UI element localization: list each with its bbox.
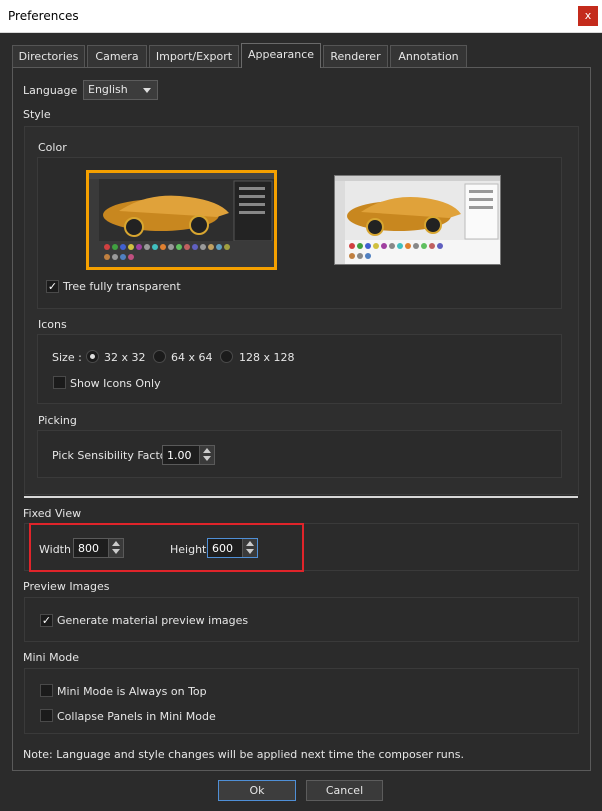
tree-transparent-checkbox[interactable]: ✓ — [46, 280, 59, 293]
title-bar: Preferences x — [0, 0, 602, 33]
section-divider — [24, 496, 578, 498]
ok-button[interactable]: Ok — [218, 780, 296, 801]
light-theme-preview-image — [335, 176, 500, 264]
chevron-down-icon — [143, 88, 151, 93]
pick-sensibility-spinbox[interactable]: 1.00 — [162, 445, 215, 465]
picking-heading: Picking — [38, 414, 77, 427]
pick-sensibility-label: Pick Sensibility Factor — [52, 449, 172, 462]
dark-theme-preview-image — [89, 173, 274, 267]
icon-size-radio-128[interactable] — [220, 350, 233, 363]
icon-size-option-64: 64 x 64 — [171, 351, 213, 364]
tab-import-export[interactable]: Import/Export — [149, 45, 239, 67]
generate-preview-checkbox[interactable]: ✓ — [40, 614, 53, 627]
window-title: Preferences — [8, 9, 79, 23]
pick-sensibility-value: 1.00 — [167, 449, 192, 462]
fixed-view-highlight — [29, 523, 304, 572]
tab-camera[interactable]: Camera — [87, 45, 147, 67]
style-heading: Style — [23, 108, 51, 121]
cancel-button[interactable]: Cancel — [306, 780, 383, 801]
close-icon[interactable]: x — [578, 6, 598, 26]
spin-arrows-icon[interactable] — [199, 446, 214, 464]
picking-group: Pick Sensibility Factor 1.00 — [37, 430, 562, 478]
preview-images-group: ✓ Generate material preview images — [24, 597, 579, 642]
mini-mode-heading: Mini Mode — [23, 651, 80, 664]
language-label: Language — [23, 84, 78, 97]
icon-size-radio-64[interactable] — [153, 350, 166, 363]
tab-appearance[interactable]: Appearance — [241, 43, 321, 68]
appearance-panel: Language English Style Color ✓ Tree full… — [12, 67, 591, 771]
tree-transparent-label: Tree fully transparent — [63, 280, 181, 293]
color-heading: Color — [38, 141, 67, 154]
tab-directories[interactable]: Directories — [12, 45, 85, 67]
tab-renderer[interactable]: Renderer — [323, 45, 388, 67]
always-on-top-label: Mini Mode is Always on Top — [57, 685, 207, 698]
icons-group: Size : 32 x 32 64 x 64 128 x 128 Show Ic… — [37, 334, 562, 404]
style-group: Color ✓ Tree fully transparent Icons Siz… — [24, 126, 579, 495]
always-on-top-checkbox[interactable] — [40, 684, 53, 697]
note-text: Note: Language and style changes will be… — [23, 748, 464, 761]
show-icons-only-checkbox[interactable] — [53, 376, 66, 389]
light-theme-thumbnail[interactable] — [334, 175, 501, 265]
fixed-view-heading: Fixed View — [23, 507, 82, 520]
icon-size-radio-32[interactable] — [86, 350, 99, 363]
icon-size-option-128: 128 x 128 — [239, 351, 295, 364]
language-value: English — [88, 83, 128, 96]
show-icons-only-label: Show Icons Only — [70, 377, 161, 390]
icon-size-label: Size : — [52, 351, 82, 364]
preview-images-heading: Preview Images — [23, 580, 110, 593]
collapse-panels-label: Collapse Panels in Mini Mode — [57, 710, 216, 723]
tab-annotation[interactable]: Annotation — [390, 45, 467, 67]
icons-heading: Icons — [38, 318, 67, 331]
icon-size-option-32: 32 x 32 — [104, 351, 146, 364]
generate-preview-label: Generate material preview images — [57, 614, 249, 627]
dark-theme-thumbnail[interactable] — [86, 170, 277, 270]
language-select[interactable]: English — [83, 80, 158, 100]
collapse-panels-checkbox[interactable] — [40, 709, 53, 722]
mini-mode-group: Mini Mode is Always on Top Collapse Pane… — [24, 668, 579, 734]
color-group: ✓ Tree fully transparent — [37, 157, 562, 309]
